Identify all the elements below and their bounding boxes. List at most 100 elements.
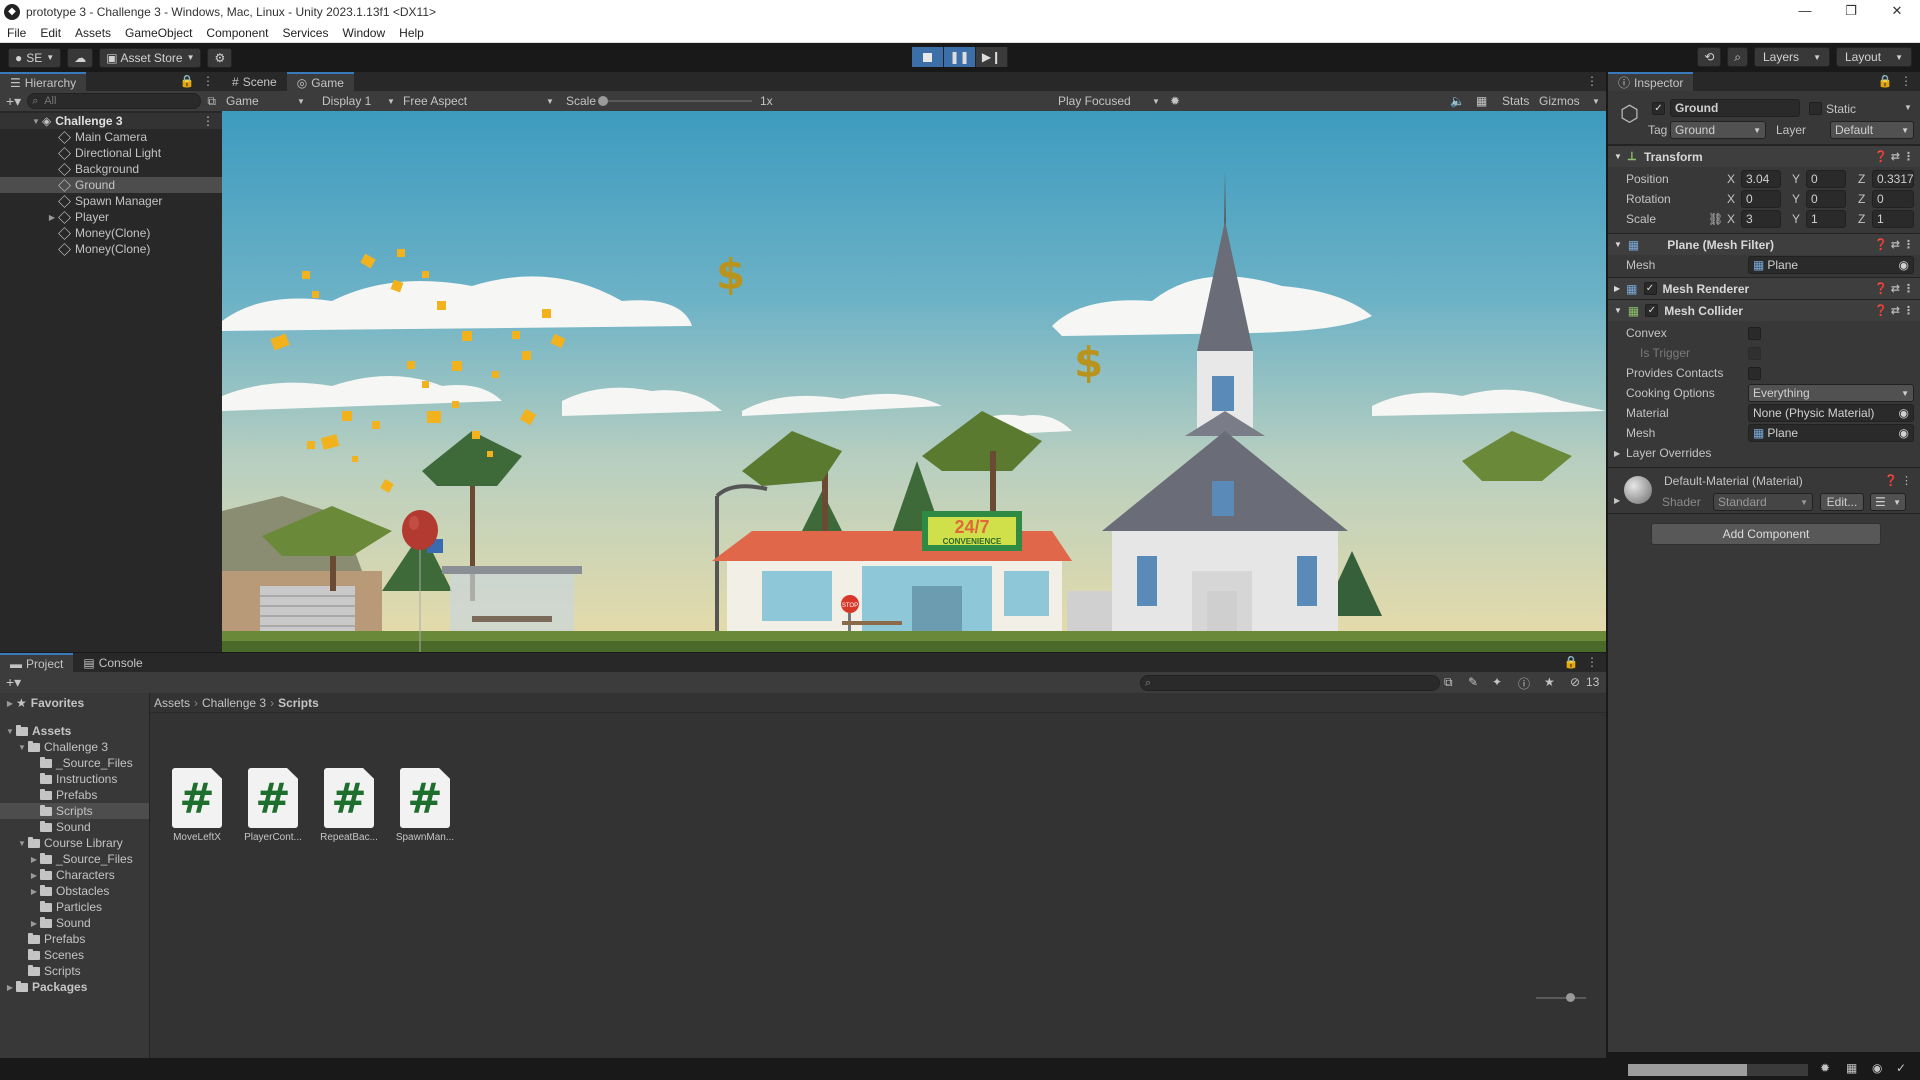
menu-help[interactable]: Help — [392, 23, 431, 43]
shader-options-dropdown[interactable]: ☰ ▼ — [1870, 493, 1906, 511]
scale-x-field[interactable]: 3 — [1741, 210, 1781, 228]
mesh-filter-component-header[interactable]: ▼ ▦ Plane (Mesh Filter) ❓ ⇄ ⋮ — [1608, 233, 1920, 255]
folder-row[interactable]: ▶ Packages — [0, 979, 149, 995]
hierarchy-search-input[interactable]: All — [27, 93, 202, 109]
transform-component-header[interactable]: ▼ ⟂ Transform ❓ ⇄ ⋮ — [1608, 145, 1920, 167]
panel-menu-icon[interactable]: ⋮ — [1586, 74, 1600, 88]
play-button[interactable] — [912, 47, 944, 67]
component-actions[interactable]: ❓ ⇄ ⋮ — [1874, 150, 1914, 163]
bug-icon[interactable]: ✹ — [1170, 94, 1180, 108]
folder-row[interactable]: Prefabs — [0, 787, 149, 803]
position-x-field[interactable]: 3.04 — [1741, 170, 1781, 188]
display-dropdown[interactable]: Display 1 — [322, 94, 371, 108]
script-asset[interactable]: # SpawnMan... — [390, 768, 460, 843]
filter-label-icon[interactable]: ✎ — [1468, 675, 1478, 689]
slider-thumb[interactable] — [1566, 993, 1575, 1002]
folder-row[interactable]: _Source_Files — [0, 755, 149, 771]
foldout-arrow-icon[interactable]: ▼ — [1614, 240, 1622, 249]
physic-material-field[interactable]: None (Physic Material) ◉ — [1748, 404, 1914, 422]
menu-file[interactable]: File — [0, 23, 33, 43]
component-actions[interactable]: ❓ ⇄ ⋮ — [1874, 238, 1914, 251]
folder-row[interactable]: ▼ Course Library — [0, 835, 149, 851]
layers-dropdown[interactable]: Layers ▼ — [1754, 47, 1830, 67]
search-options-icon[interactable]: ⧉ — [207, 94, 216, 109]
game-mode-dropdown[interactable]: Game — [226, 94, 259, 108]
foldout-arrow-icon[interactable]: ▶ — [1614, 284, 1620, 293]
script-asset[interactable]: # RepeatBac... — [314, 768, 384, 843]
convex-checkbox[interactable] — [1748, 326, 1761, 340]
tab-inspector[interactable]: ⓘ Inspector — [1608, 72, 1694, 91]
asset-store-button[interactable]: ▣ Asset Store ▼ — [99, 47, 202, 68]
scale-z-field[interactable]: 1 — [1872, 210, 1914, 228]
pause-button[interactable]: ❚❚ — [944, 47, 976, 67]
breadcrumb-assets[interactable]: Assets — [154, 696, 190, 710]
expand-arrow-icon[interactable]: ▶ — [4, 983, 16, 992]
folder-row[interactable]: Scripts — [0, 803, 149, 819]
menu-gameobject[interactable]: GameObject — [118, 23, 199, 43]
menu-assets[interactable]: Assets — [68, 23, 118, 43]
menu-services[interactable]: Services — [275, 23, 335, 43]
object-name-field[interactable]: Ground — [1670, 99, 1800, 117]
component-actions[interactable]: ❓ ⇄ ⋮ — [1874, 304, 1914, 317]
layout-grid-icon[interactable]: ▦ — [1476, 94, 1487, 108]
expand-arrow-icon[interactable]: ▶ — [46, 213, 58, 222]
favorites-row[interactable]: ▶ ★ Favorites — [0, 693, 149, 713]
static-checkbox[interactable] — [1809, 102, 1822, 115]
folder-row[interactable]: ▶ Obstacles — [0, 883, 149, 899]
tab-scene[interactable]: # Scene — [222, 72, 287, 91]
hierarchy-item-money-clone[interactable]: Money(Clone) — [0, 225, 222, 241]
search-button[interactable]: ⌕ — [1727, 47, 1748, 67]
collider-mesh-field[interactable]: ▦ Plane ◉ — [1748, 424, 1914, 442]
folder-row[interactable]: Particles — [0, 899, 149, 915]
add-component-button[interactable]: Add Component — [1651, 523, 1881, 545]
hierarchy-item-ground[interactable]: Ground — [0, 177, 222, 193]
mesh-renderer-enabled-checkbox[interactable]: ✓ — [1643, 282, 1657, 295]
rotation-x-field[interactable]: 0 — [1741, 190, 1781, 208]
maximize-button[interactable]: ❐ — [1828, 0, 1874, 23]
scene-menu-icon[interactable]: ⋮ — [202, 114, 214, 128]
stats-button[interactable]: Stats — [1502, 94, 1529, 108]
menu-window[interactable]: Window — [335, 23, 392, 43]
close-button[interactable]: ✕ — [1874, 0, 1920, 23]
folder-row[interactable]: ▼ Assets — [0, 723, 149, 739]
object-picker-icon[interactable]: ◉ — [1899, 406, 1909, 420]
expand-arrow-icon[interactable]: ▼ — [4, 727, 16, 736]
menu-component[interactable]: Component — [199, 23, 275, 43]
hierarchy-item-spawn-manager[interactable]: Spawn Manager — [0, 193, 222, 209]
tab-hierarchy[interactable]: ☰ Hierarchy — [0, 72, 87, 91]
expand-arrow-icon[interactable]: ▶ — [28, 887, 40, 896]
mute-audio-icon[interactable]: 🔈 — [1450, 94, 1465, 108]
rotation-y-field[interactable]: 0 — [1806, 190, 1846, 208]
script-asset[interactable]: # PlayerCont... — [238, 768, 308, 843]
hierarchy-item-background[interactable]: Background — [0, 161, 222, 177]
scale-slider[interactable] — [598, 96, 752, 106]
create-button[interactable]: +▾ — [6, 93, 21, 110]
folder-row[interactable]: Instructions — [0, 771, 149, 787]
lighting-icon[interactable]: ◉ — [1872, 1061, 1882, 1075]
object-picker-icon[interactable]: ◉ — [1899, 426, 1909, 440]
play-focused-dropdown[interactable]: Play Focused — [1058, 94, 1131, 108]
expand-arrow-icon[interactable]: ▼ — [16, 743, 28, 752]
object-picker-icon[interactable]: ◉ — [1899, 258, 1909, 272]
expand-arrow-icon[interactable]: ▶ — [28, 919, 40, 928]
breadcrumb-scripts[interactable]: Scripts — [278, 696, 319, 710]
expand-arrow-icon[interactable]: ▶ — [28, 871, 40, 880]
component-actions[interactable]: ❓ ⇄ ⋮ — [1874, 282, 1914, 295]
gizmos-button[interactable]: Gizmos — [1539, 94, 1580, 108]
tag-dropdown[interactable]: Ground ▼ — [1670, 121, 1766, 139]
panel-menu-icon[interactable]: 🔒 ⋮ — [180, 74, 216, 88]
provides-contacts-checkbox[interactable] — [1748, 366, 1761, 380]
link-icon[interactable]: ⛓ — [1708, 212, 1723, 226]
expand-arrow-icon[interactable]: ▶ — [28, 855, 40, 864]
warning-icon[interactable]: ⓘ — [1518, 675, 1530, 692]
foldout-arrow-icon[interactable]: ▶ — [1614, 496, 1620, 505]
layer-dropdown[interactable]: Default ▼ — [1830, 121, 1914, 139]
tab-console[interactable]: ▤ Console — [73, 653, 152, 672]
edit-shader-button[interactable]: Edit... — [1820, 493, 1864, 511]
hidden-packages-icon[interactable]: ⊘ — [1570, 675, 1580, 689]
rotation-z-field[interactable]: 0 — [1872, 190, 1914, 208]
folder-row[interactable]: Scripts — [0, 963, 149, 979]
folder-row[interactable]: Sound — [0, 819, 149, 835]
folder-row[interactable]: ▶ Sound — [0, 915, 149, 931]
game-render-view[interactable]: 24/7 CONVENIENCE STOP $ $ — [222, 111, 1606, 652]
